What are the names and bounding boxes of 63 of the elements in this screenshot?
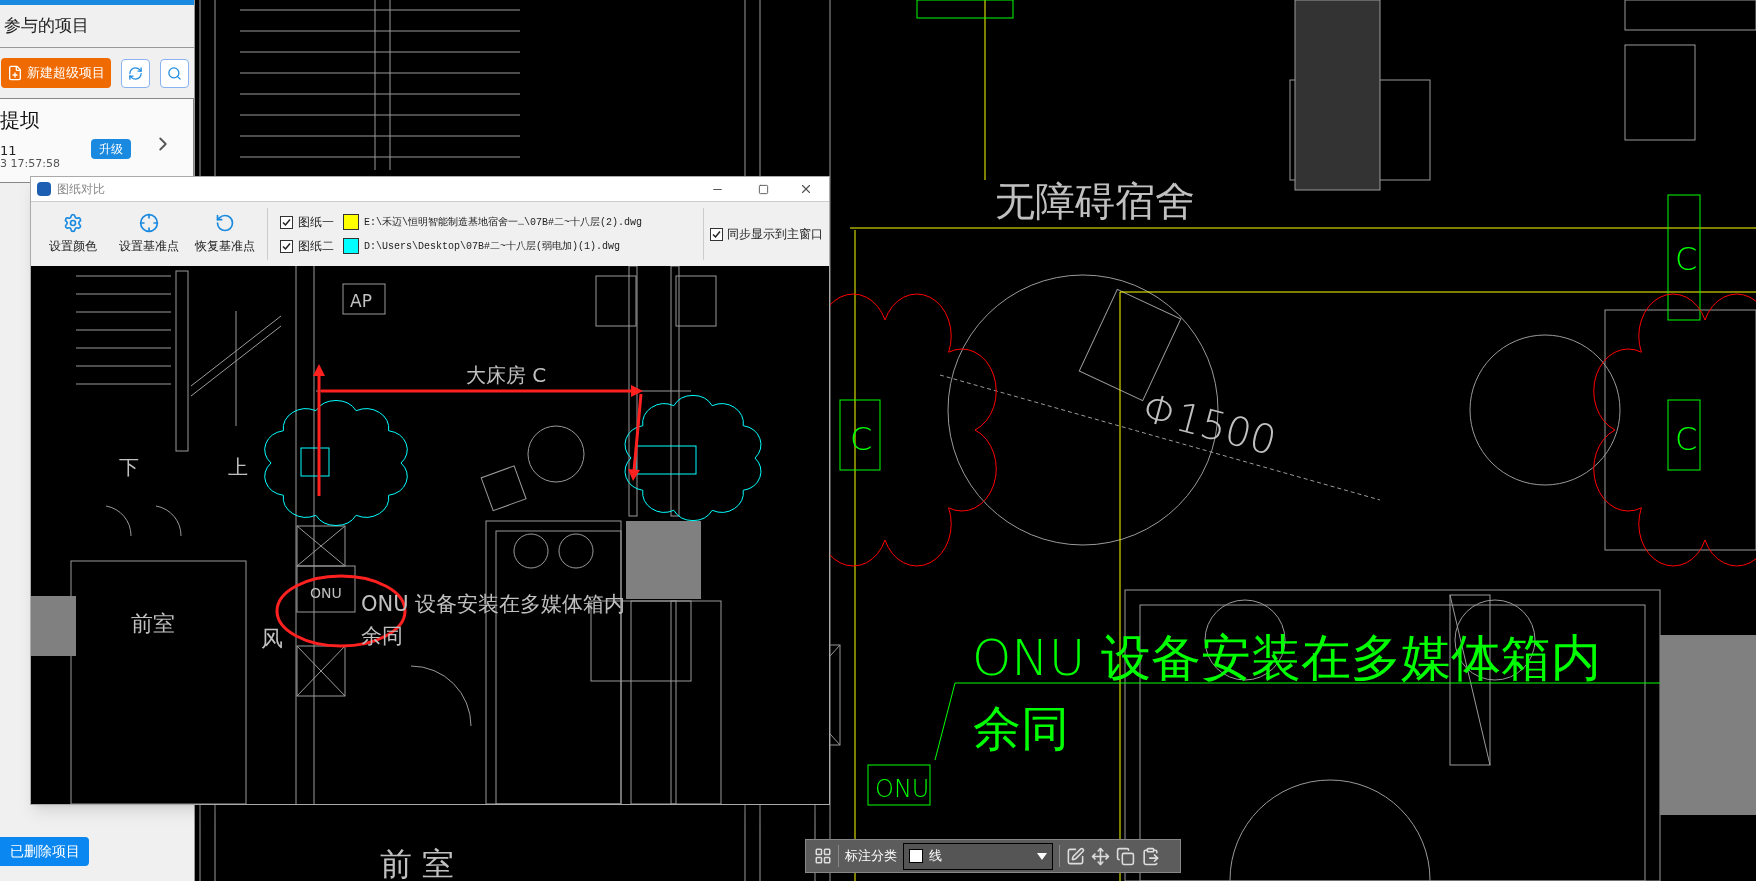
category-label: 标注分类 [845, 847, 897, 866]
drawing-label: ONU 设备安装在多媒体箱内 [972, 629, 1602, 687]
caret-icon [1037, 852, 1047, 860]
app-icon [37, 182, 51, 196]
file-path: E:\禾迈\恒明智能制造基地宿舍一…\07B#二~十八层(2).dwg [364, 215, 643, 230]
project-time: 3 17:57:58 [0, 157, 60, 170]
drawing-label: C [1675, 240, 1698, 278]
drawing-label: C [850, 420, 873, 458]
file-plus-icon [7, 65, 23, 81]
maximize-icon[interactable] [758, 183, 769, 195]
marker-rect [635, 445, 697, 475]
refresh-button[interactable] [121, 58, 150, 88]
project-title: 提坝 [0, 107, 40, 134]
drawing-label: Φ1500 [1137, 384, 1282, 464]
rotate-icon [215, 213, 235, 233]
search-button[interactable] [160, 58, 189, 88]
copy-icon[interactable] [1116, 846, 1135, 866]
drawing-label: ONU [875, 775, 930, 803]
toolbar-button[interactable]: 恢复基准点 [189, 205, 261, 263]
solid-block [31, 596, 76, 656]
close-icon[interactable] [799, 182, 813, 196]
window-title: 图纸对比 [57, 181, 106, 198]
toolbar-button[interactable]: 设置颜色 [37, 205, 109, 263]
drawing-label: AP [350, 291, 372, 311]
drawing-label: 余同 [973, 700, 1069, 756]
check-icon [712, 229, 721, 239]
category-select[interactable]: 线 [903, 842, 1053, 870]
file-path: D:\Users\Desktop\07B#二~十八层(弱电加)(1).dwg [364, 239, 621, 254]
drawing-label: 前室 [131, 611, 175, 636]
drawing-label: 下 [119, 455, 139, 479]
check-icon [282, 241, 291, 251]
drawing-checkbox-label: 图纸二 [298, 238, 334, 255]
drawing-label: C [1675, 420, 1698, 458]
check-icon [282, 217, 291, 227]
toolbar-button[interactable]: 设置基准点 [113, 205, 185, 263]
refresh-icon [128, 65, 143, 81]
color-swatch[interactable] [343, 214, 359, 230]
marker-rect [300, 447, 330, 477]
sync-checkbox-label: 同步显示到主窗口 [727, 226, 823, 243]
edit-icon[interactable] [1066, 846, 1085, 866]
checkbox[interactable] [280, 215, 293, 229]
drawing-label: 前 室 [380, 845, 455, 881]
category-value: 线 [929, 847, 943, 866]
color-swatch[interactable] [343, 238, 359, 254]
drawing-label: 无障碍宿舍 [995, 178, 1195, 224]
checkbox[interactable] [280, 239, 293, 253]
crosshair-icon [139, 213, 159, 233]
section-heading: 参与的项目 [3, 14, 89, 38]
gear-icon [63, 213, 83, 233]
checkbox[interactable] [710, 227, 723, 241]
drawing-label: 大床房 C [466, 363, 547, 387]
drawing-label: ONU [310, 585, 342, 601]
project-card[interactable]: 提坝 11 升级 3 17:57:58 [0, 98, 194, 183]
project-count: 11 [0, 142, 17, 159]
search-icon [167, 65, 182, 81]
deleted-projects-button[interactable]: 已删除项目 [0, 837, 89, 866]
drawing-checkbox-label: 图纸一 [298, 214, 334, 231]
upgrade-badge[interactable]: 升级 [91, 139, 131, 159]
move-icon[interactable] [1091, 846, 1110, 866]
drawing-label: 风 [261, 626, 283, 651]
paste-icon[interactable] [1141, 846, 1160, 866]
grid-icon[interactable] [814, 847, 832, 865]
drawing-label: 上 [228, 455, 248, 479]
